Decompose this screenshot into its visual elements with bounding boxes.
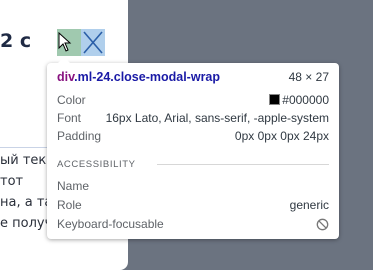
role-label: Role <box>57 198 82 212</box>
tooltip-arrow <box>57 57 71 64</box>
name-label: Name <box>57 179 90 193</box>
keyboard-focusable-label: Keyboard-focusable <box>57 217 164 231</box>
section-divider <box>157 164 329 165</box>
color-label: Color <box>57 93 86 107</box>
element-dimensions: 48 × 27 <box>288 70 329 84</box>
element-selector: div.ml-24.close-modal-wrap <box>57 70 220 84</box>
inspector-tooltip: div.ml-24.close-modal-wrap 48 × 27 Color… <box>47 57 339 239</box>
padding-label: Padding <box>57 129 102 143</box>
color-row: Color #000000 <box>57 93 329 111</box>
selector-classes: .ml-24.close-modal-wrap <box>74 70 221 84</box>
no-entry-icon <box>316 218 329 231</box>
color-swatch-icon <box>269 94 281 105</box>
name-row: Name <box>57 179 329 197</box>
padding-value: 0px 0px 0px 24px <box>234 129 329 143</box>
role-value: generic <box>289 198 329 212</box>
color-hex: #000000 <box>282 93 329 107</box>
font-label: Font <box>57 111 82 125</box>
color-value: #000000 <box>269 93 329 107</box>
font-row: Font 16px Lato, Arial, sans-serif, -appl… <box>57 111 329 129</box>
close-icon[interactable] <box>81 29 105 56</box>
keyboard-focusable-row: Keyboard-focusable <box>57 217 329 235</box>
page-heading: 2 с <box>0 30 32 52</box>
selector-tag: div <box>57 70 75 84</box>
role-row: Role generic <box>57 198 329 216</box>
padding-row: Padding 0px 0px 0px 24px <box>57 129 329 147</box>
accessibility-heading: ACCESSIBILITY <box>57 159 136 170</box>
font-value: 16px Lato, Arial, sans-serif, -apple-sys… <box>105 111 329 125</box>
mouse-cursor-icon <box>58 32 72 52</box>
